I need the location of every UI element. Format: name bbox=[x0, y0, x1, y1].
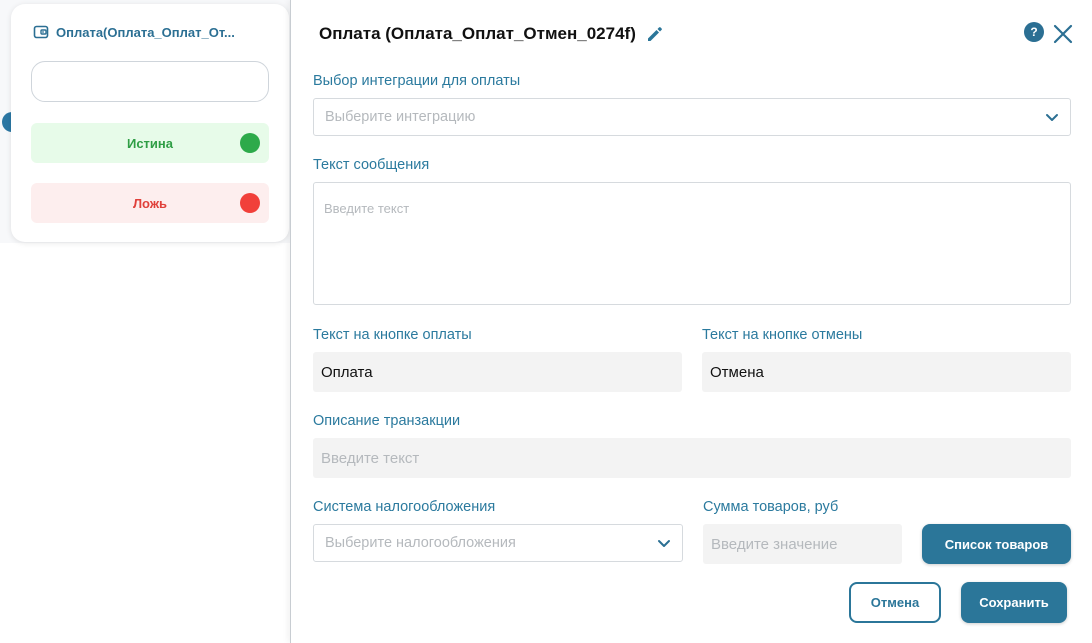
integration-select[interactable]: Выберите интеграцию bbox=[313, 98, 1071, 136]
save-button-label: Сохранить bbox=[979, 595, 1049, 610]
edit-pencil-icon[interactable] bbox=[646, 25, 664, 43]
cancel-button-text-value: Отмена bbox=[710, 363, 764, 381]
node-title: Оплата(Оплата_Оплат_От... bbox=[56, 24, 235, 40]
pay-button-text-label: Текст на кнопке оплаты bbox=[313, 327, 472, 343]
sum-input[interactable]: Введите значение bbox=[703, 524, 902, 564]
cancel-button-text-label: Текст на кнопке отмены bbox=[702, 327, 863, 343]
integration-placeholder: Выберите интеграцию bbox=[325, 109, 476, 125]
branch-false-label: Ложь bbox=[132, 195, 168, 211]
wallet-icon bbox=[33, 25, 49, 39]
chevron-down-icon bbox=[1046, 114, 1058, 121]
branch-false: Ложь bbox=[31, 183, 269, 223]
message-label: Текст сообщения bbox=[313, 157, 430, 173]
tax-label: Система налогообложения bbox=[313, 499, 496, 515]
pay-button-text-input[interactable]: Оплата bbox=[313, 352, 682, 392]
save-button[interactable]: Сохранить bbox=[961, 582, 1067, 623]
chevron-down-icon bbox=[658, 540, 670, 547]
description-input[interactable]: Введите текст bbox=[313, 438, 1071, 478]
payment-node[interactable]: Оплата(Оплата_Оплат_От... Истина Ложь bbox=[11, 4, 289, 242]
payment-settings-panel: Оплата (Оплата_Оплат_Отмен_0274f) ? Выбо… bbox=[290, 0, 1092, 643]
node-header: Оплата(Оплата_Оплат_От... bbox=[33, 22, 273, 42]
cancel-button-text-input[interactable]: Отмена bbox=[702, 352, 1071, 392]
branch-false-port[interactable] bbox=[240, 193, 260, 213]
help-icon-label: ? bbox=[1030, 25, 1038, 39]
panel-title-text: Оплата (Оплата_Оплат_Отмен_0274f) bbox=[319, 24, 636, 43]
sum-placeholder: Введите значение bbox=[711, 535, 838, 553]
description-placeholder: Введите текст bbox=[321, 449, 420, 467]
help-icon[interactable]: ? bbox=[1024, 22, 1044, 42]
panel-title: Оплата (Оплата_Оплат_Отмен_0274f) bbox=[319, 24, 664, 44]
pay-button-text-value: Оплата bbox=[321, 363, 373, 381]
cancel-button[interactable]: Отмена bbox=[849, 582, 941, 623]
message-placeholder: Введите текст bbox=[324, 201, 410, 216]
sum-label: Сумма товаров, руб bbox=[703, 499, 839, 515]
products-list-button-label: Список товаров bbox=[944, 536, 1049, 552]
branch-true-port[interactable] bbox=[240, 133, 260, 153]
branch-true: Истина bbox=[31, 123, 269, 163]
tax-select[interactable]: Выберите налогообложения bbox=[313, 524, 683, 562]
integration-label: Выбор интеграции для оплаты bbox=[313, 73, 521, 89]
tax-placeholder: Выберите налогообложения bbox=[325, 535, 516, 551]
products-list-button[interactable]: Список товаров bbox=[922, 524, 1071, 564]
branch-true-label: Истина bbox=[126, 135, 173, 151]
description-label: Описание транзакции bbox=[313, 413, 461, 429]
message-textarea[interactable]: Введите текст bbox=[313, 182, 1071, 305]
node-message-preview bbox=[31, 61, 269, 102]
cancel-button-label: Отмена bbox=[870, 595, 920, 610]
close-icon[interactable] bbox=[1051, 22, 1075, 46]
